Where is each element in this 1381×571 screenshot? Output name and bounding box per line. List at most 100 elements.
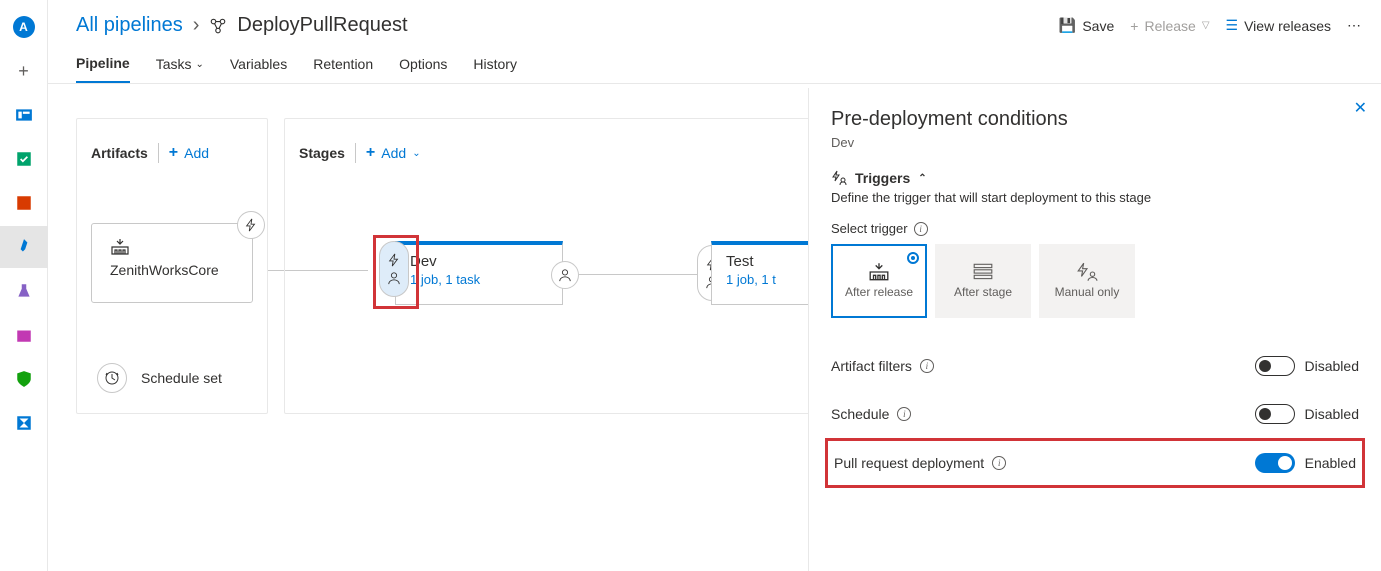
stages-icon [972,262,994,282]
rocket-icon [14,237,34,257]
breadcrumb-current: DeployPullRequest [237,14,407,37]
chevron-down-icon: ⌄ [412,148,420,159]
stage-jobs-link[interactable]: 1 job, 1 task [410,272,548,287]
breadcrumb: All pipelines › DeployPullRequest [76,14,408,37]
info-icon[interactable]: i [897,407,911,421]
chevron-right-icon: › [193,14,200,37]
save-button[interactable]: 💾Save [1059,17,1114,34]
plus-icon: + [366,144,375,162]
pipeline-icon [209,17,227,35]
info-icon[interactable]: i [992,456,1006,470]
stage-dev[interactable]: Dev 1 job, 1 task [395,241,563,305]
stages-title: Stages [299,145,345,161]
plus-icon: + [1130,18,1138,34]
tab-pipeline[interactable]: Pipeline [76,55,130,83]
artifacts-icon [14,193,34,213]
person-icon [558,268,572,282]
trigger-after-stage[interactable]: After stage [935,244,1031,318]
nav-item-5[interactable] [0,314,48,356]
chevron-down-icon: ▽ [1202,20,1210,31]
stage-name: Dev [410,253,548,270]
build-icon [868,262,890,282]
nav-pipelines[interactable] [0,226,48,268]
artifact-filters-toggle[interactable] [1255,356,1295,376]
close-button[interactable]: ✕ [1354,98,1367,118]
header: All pipelines › DeployPullRequest 💾Save … [48,0,1381,37]
nav-avatar[interactable]: A [0,6,48,48]
header-actions: 💾Save +Release▽ ☰View releases ⋯ [1059,17,1361,34]
stage-name: Test [726,253,816,270]
panel-stage-name: Dev [831,135,1359,150]
add-artifact-button[interactable]: +Add [169,144,209,162]
tab-retention[interactable]: Retention [313,55,373,83]
pr-deployment-toggle[interactable] [1255,453,1295,473]
build-icon [110,238,130,256]
boards-icon [14,105,34,125]
tab-options[interactable]: Options [399,55,447,83]
schedule-label: Schedule [831,406,889,422]
more-button[interactable]: ⋯ [1347,17,1361,34]
chevron-down-icon: ⌄ [195,59,203,70]
radio-indicator [907,252,919,264]
artifact-name: ZenithWorksCore [110,262,234,278]
schedule-toggle[interactable] [1255,404,1295,424]
toggle-state: Enabled [1305,455,1356,471]
flask-icon [14,281,34,301]
nav-add[interactable]: + [0,50,48,92]
list-icon: ☰ [1226,17,1239,34]
plus-icon: + [169,144,178,162]
artifact-filters-row: Artifact filters i Disabled [831,342,1359,390]
nav-artifacts[interactable] [0,182,48,224]
toggle-state: Disabled [1305,406,1359,422]
trigger-options: After release After stage Manual only [831,244,1359,318]
chevron-up-icon: ⌃ [918,173,926,184]
save-icon: 💾 [1059,17,1076,34]
trigger-manual-only[interactable]: Manual only [1039,244,1135,318]
lightning-person-icon [831,170,847,186]
select-trigger-label: Select trigger i [831,221,1359,236]
more-icon: ⋯ [1347,17,1361,34]
plus-icon: + [18,61,29,82]
artifact-card[interactable]: ZenithWorksCore [91,223,253,303]
repos-icon [14,149,34,169]
info-icon[interactable]: i [920,359,934,373]
hourglass-icon [14,413,34,433]
tab-history[interactable]: History [473,55,517,83]
stage-jobs-link[interactable]: 1 job, 1 t [726,272,816,287]
nav-item-6[interactable] [0,358,48,400]
post-deployment-button-dev[interactable] [551,261,579,289]
panel-title: Pre-deployment conditions [831,108,1359,131]
triggers-section-header[interactable]: Triggers ⌃ [831,170,1359,186]
package-icon [14,325,34,345]
schedule-button[interactable]: Schedule set [97,363,222,393]
trigger-after-release[interactable]: After release [831,244,927,318]
breadcrumb-root[interactable]: All pipelines [76,14,183,37]
info-icon[interactable]: i [914,222,928,236]
lightning-icon [244,218,258,232]
left-nav: A + [0,0,48,571]
toggle-state: Disabled [1305,358,1359,374]
nav-repos[interactable] [0,138,48,180]
artifacts-title: Artifacts [91,145,148,161]
nav-boards[interactable] [0,94,48,136]
release-button[interactable]: +Release▽ [1130,18,1209,34]
nav-test[interactable] [0,270,48,312]
close-icon: ✕ [1354,100,1367,117]
lightning-person-icon [1076,262,1098,282]
highlight-box [373,235,419,309]
nav-item-7[interactable] [0,402,48,444]
stages-column: Stages +Add⌄ Dev 1 job, 1 task [284,118,832,414]
artifact-filters-label: Artifact filters [831,358,912,374]
pr-deployment-label: Pull request deployment [834,455,984,471]
tab-tasks[interactable]: Tasks⌄ [156,55,204,83]
shield-icon [14,369,34,389]
artifact-trigger-button[interactable] [237,211,265,239]
pr-deployment-highlight: Pull request deployment i Enabled [825,438,1365,488]
pr-deployment-row: Pull request deployment i Enabled [832,447,1358,479]
triggers-description: Define the trigger that will start deplo… [831,190,1359,205]
add-stage-button[interactable]: +Add⌄ [366,144,421,162]
view-releases-button[interactable]: ☰View releases [1226,17,1331,34]
clock-icon [97,363,127,393]
side-panel: ✕ Pre-deployment conditions Dev Triggers… [808,88,1381,571]
tab-variables[interactable]: Variables [230,55,287,83]
